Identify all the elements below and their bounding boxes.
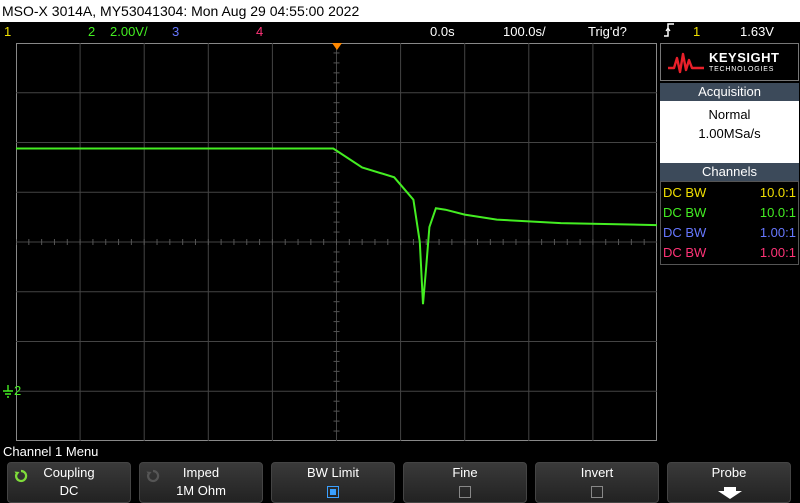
invert-softkey[interactable]: Invert (535, 462, 659, 503)
trigger-state: Trig'd? (588, 24, 627, 39)
imped-label: Imped (182, 465, 220, 480)
channels-heading[interactable]: Channels (660, 163, 799, 181)
ground-marker[interactable]: 2 (2, 383, 21, 399)
keysight-wave-icon (668, 52, 704, 74)
imped-softkey[interactable]: Imped 1M Ohm (139, 462, 263, 503)
time-offset: 0.0s (430, 24, 455, 39)
fine-label: Fine (452, 465, 478, 480)
trigger-level: 1.63V (740, 24, 774, 39)
bw-limit-checkbox[interactable] (327, 486, 339, 498)
timebase: 100.0s/ (503, 24, 546, 39)
invert-label: Invert (580, 465, 614, 480)
graticule-grid (15, 42, 657, 441)
probe-softkey[interactable]: Probe (667, 462, 791, 503)
channel-4-coupling: DC BW (663, 245, 707, 260)
coupling-value: DC (59, 483, 79, 498)
brand-subtitle: TECHNOLOGIES (709, 66, 775, 73)
channel-2-setting[interactable]: DC BW 10.0:1 (663, 203, 796, 223)
ground-icon (3, 384, 13, 398)
channel-1-setting[interactable]: DC BW 10.0:1 (663, 183, 796, 203)
channel-3-probe: 1.00:1 (759, 225, 796, 240)
acquisition-heading[interactable]: Acquisition (660, 83, 799, 101)
channel-1-indicator[interactable]: 1 (4, 22, 11, 42)
acquisition-panel: Normal 1.00MSa/s (660, 101, 799, 163)
fine-checkbox[interactable] (459, 486, 471, 498)
status-bar: 1 2 2.00V/ 3 4 0.0s 100.0s/ Trig'd? 1 1.… (0, 22, 800, 42)
trigger-source: 1 (693, 24, 701, 39)
channel-1-probe: 10.0:1 (759, 185, 796, 200)
channel-2-coupling: DC BW (663, 205, 707, 220)
bw-limit-label: BW Limit (307, 465, 359, 480)
fine-softkey[interactable]: Fine (403, 462, 527, 503)
waveform-graticule (15, 42, 658, 441)
channel-1-coupling: DC BW (663, 185, 707, 200)
bw-limit-softkey[interactable]: BW Limit (271, 462, 395, 503)
probe-label: Probe (711, 465, 747, 480)
channel-2-scale: 2.00V/ (110, 24, 148, 39)
acquisition-mode: Normal (708, 107, 751, 122)
channel-3-coupling: DC BW (663, 225, 707, 240)
invert-checkbox[interactable] (591, 486, 603, 498)
waveform-display[interactable] (15, 42, 658, 441)
acquisition-rate: 1.00MSa/s (698, 126, 761, 141)
ground-marker-label: 2 (14, 383, 22, 398)
right-panel: KEYSIGHT TECHNOLOGIES Acquisition Normal… (660, 43, 800, 441)
imped-value: 1M Ohm (176, 483, 226, 498)
submenu-arrow-icon (718, 487, 742, 499)
channel-4-setting[interactable]: DC BW 1.00:1 (663, 243, 796, 263)
brand-name: KEYSIGHT (709, 50, 780, 65)
channel-2-indicator[interactable]: 2 (88, 22, 95, 42)
channel-4-indicator[interactable]: 4 (256, 22, 263, 42)
channel-4-probe: 1.00:1 (759, 245, 796, 260)
channel-3-setting[interactable]: DC BW 1.00:1 (663, 223, 796, 243)
channel-3-indicator[interactable]: 3 (172, 22, 179, 42)
trigger-position-marker[interactable] (332, 43, 342, 50)
coupling-label: Coupling (43, 465, 95, 480)
coupling-softkey[interactable]: Coupling DC (7, 462, 131, 503)
rising-edge-icon (663, 22, 675, 44)
menu-title: Channel 1 Menu (3, 444, 99, 459)
channels-panel: DC BW 10.0:1 DC BW 10.0:1 DC BW 1.00:1 D… (660, 181, 799, 265)
keysight-logo: KEYSIGHT TECHNOLOGIES (660, 43, 799, 81)
channel-2-probe: 10.0:1 (759, 205, 796, 220)
window-title: MSO-X 3014A, MY53041304: Mon Aug 29 04:5… (0, 0, 800, 22)
